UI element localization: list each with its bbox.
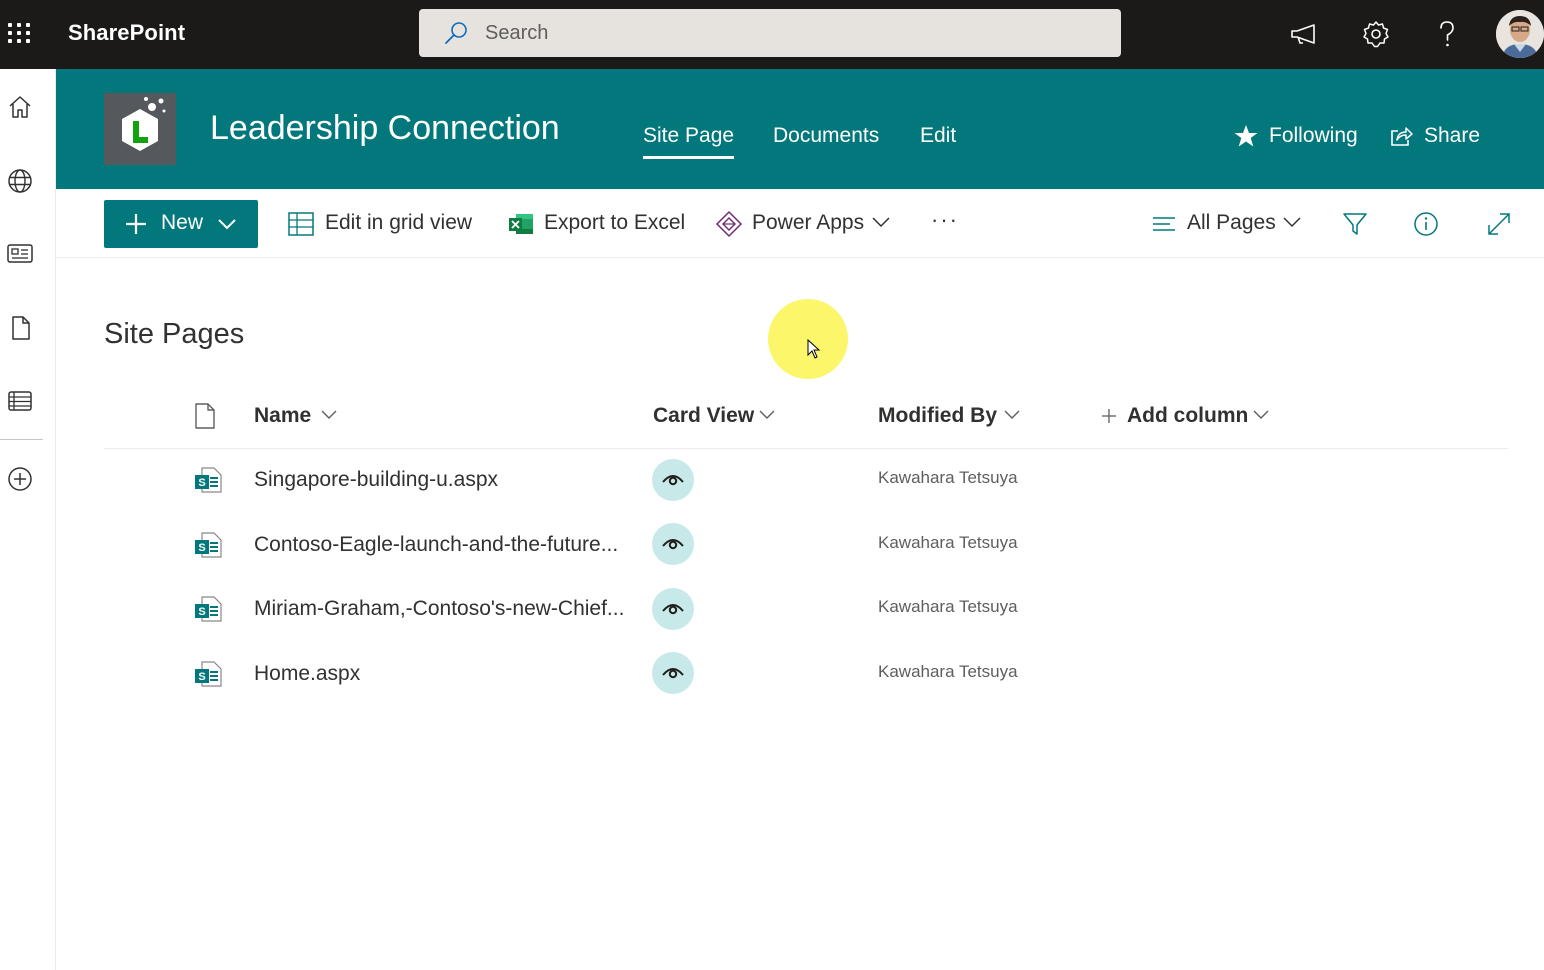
- file-icon[interactable]: [4, 312, 36, 344]
- grid-icon: [288, 212, 314, 236]
- file-name[interactable]: Contoso-Eagle-launch-and-the-future...: [254, 533, 626, 557]
- plus-icon: [126, 214, 146, 234]
- filter-icon[interactable]: [1341, 210, 1369, 238]
- add-column-button[interactable]: Add column: [1127, 404, 1248, 428]
- sharepoint-page-icon: S: [195, 661, 222, 687]
- share-button[interactable]: Share: [1424, 124, 1480, 148]
- card-view-button[interactable]: [652, 523, 694, 565]
- app-name[interactable]: SharePoint: [68, 20, 185, 46]
- chevron-down-icon[interactable]: [1003, 408, 1021, 422]
- page-title: Site Pages: [104, 318, 245, 350]
- suite-bar: SharePoint: [0, 0, 1544, 69]
- create-icon[interactable]: [4, 463, 36, 495]
- column-header-card-view[interactable]: Card View: [653, 404, 754, 428]
- help-icon[interactable]: [1430, 17, 1464, 51]
- view-selector[interactable]: All Pages: [1187, 211, 1276, 235]
- sharepoint-page-icon: S: [195, 467, 222, 493]
- eye-icon: [662, 475, 684, 486]
- chevron-down-icon[interactable]: [870, 211, 892, 233]
- share-icon[interactable]: [1388, 123, 1414, 149]
- card-view-button[interactable]: [652, 652, 694, 694]
- svg-text:S: S: [198, 671, 205, 683]
- modified-by[interactable]: Kawahara Tetsuya: [878, 597, 1018, 617]
- sharepoint-page-icon: S: [195, 596, 222, 622]
- nav-site-page[interactable]: Site Page: [643, 124, 735, 159]
- file-name[interactable]: Miriam-Graham,-Contoso's-new-Chief...: [254, 597, 626, 621]
- power-apps-button[interactable]: Power Apps: [752, 211, 864, 235]
- edit-grid-view-button[interactable]: Edit in grid view: [325, 211, 472, 235]
- rail-divider: [0, 439, 43, 440]
- home-icon[interactable]: [4, 91, 36, 123]
- site-logo[interactable]: [104, 93, 176, 165]
- list-icon[interactable]: [4, 385, 36, 417]
- excel-icon: [509, 214, 533, 234]
- modified-by[interactable]: Kawahara Tetsuya: [878, 662, 1018, 682]
- eye-icon: [662, 668, 684, 679]
- column-header-name[interactable]: Name: [254, 404, 311, 428]
- command-bar: New Edit in grid view Export to Excel Po…: [56, 189, 1544, 258]
- svg-text:S: S: [198, 606, 205, 618]
- info-icon[interactable]: [1412, 210, 1440, 238]
- sharepoint-page-icon: S: [195, 532, 222, 558]
- column-header-modified-by[interactable]: Modified By: [878, 404, 997, 428]
- new-button-label: New: [161, 211, 204, 234]
- chevron-down-icon[interactable]: [758, 408, 776, 422]
- card-view-button[interactable]: [652, 459, 694, 501]
- eye-icon: [662, 604, 684, 615]
- modified-by[interactable]: Kawahara Tetsuya: [878, 533, 1018, 553]
- view-options-icon: [1153, 217, 1175, 231]
- svg-text:S: S: [198, 477, 205, 489]
- nav-documents[interactable]: Documents: [773, 124, 879, 148]
- chevron-down-icon[interactable]: [1252, 408, 1270, 422]
- file-type-icon[interactable]: [193, 402, 217, 430]
- mouse-pointer-icon: [807, 339, 821, 359]
- export-to-excel-button[interactable]: Export to Excel: [544, 211, 685, 235]
- news-icon[interactable]: [4, 237, 36, 269]
- search-box[interactable]: [419, 9, 1121, 57]
- search-input[interactable]: [485, 9, 1085, 57]
- site-header: Leadership Connection Site Page Document…: [56, 69, 1544, 189]
- waffle-icon[interactable]: [0, 0, 40, 69]
- file-name[interactable]: Home.aspx: [254, 662, 626, 686]
- left-app-rail: [0, 69, 56, 970]
- gear-icon[interactable]: [1359, 17, 1393, 51]
- search-icon: [445, 22, 467, 44]
- card-view-button[interactable]: [652, 588, 694, 630]
- avatar[interactable]: [1496, 10, 1544, 58]
- following-button[interactable]: Following: [1269, 124, 1358, 148]
- chevron-down-icon[interactable]: [320, 408, 338, 422]
- eye-icon: [662, 539, 684, 550]
- megaphone-icon[interactable]: [1288, 17, 1322, 51]
- star-icon[interactable]: [1233, 123, 1259, 149]
- plus-icon: [1102, 409, 1116, 423]
- globe-icon[interactable]: [4, 165, 36, 197]
- expand-icon[interactable]: [1485, 210, 1513, 238]
- more-button[interactable]: ···: [931, 207, 959, 233]
- file-name[interactable]: Singapore-building-u.aspx: [254, 468, 626, 492]
- chevron-down-icon: [218, 219, 236, 230]
- modified-by[interactable]: Kawahara Tetsuya: [878, 468, 1018, 488]
- new-button[interactable]: New: [104, 200, 258, 248]
- chevron-down-icon[interactable]: [1281, 211, 1303, 233]
- site-title[interactable]: Leadership Connection: [210, 109, 560, 148]
- power-apps-icon: [715, 210, 743, 238]
- nav-edit[interactable]: Edit: [920, 124, 956, 148]
- svg-text:S: S: [198, 542, 205, 554]
- header-divider: [104, 448, 1508, 449]
